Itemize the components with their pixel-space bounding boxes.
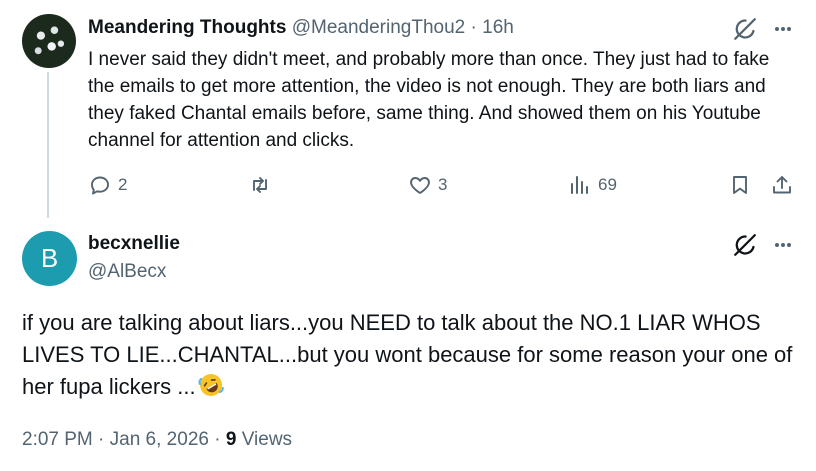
reply-button[interactable]: 2: [88, 170, 127, 200]
grok-icon[interactable]: [732, 232, 758, 258]
separator: ·: [214, 429, 221, 450]
views-button[interactable]: 69: [568, 170, 617, 200]
more-icon[interactable]: [770, 18, 796, 40]
reply-count: 2: [118, 175, 128, 194]
repost-icon: [253, 177, 267, 193]
share-button[interactable]: [770, 170, 794, 200]
bookmark-button[interactable]: [728, 170, 752, 200]
tweet-text-body: if you are talking about liars...you NEE…: [22, 310, 793, 399]
heart-icon: [410, 177, 430, 194]
separator: ·: [470, 17, 477, 38]
tweet-text: I never said they didn't meet, and proba…: [88, 49, 770, 151]
tweet-header: Meandering Thoughts @MeanderingThou2 · 1…: [88, 16, 514, 40]
avatar[interactable]: [22, 14, 76, 68]
tweet-meta: 2:07 PM · Jan 6, 2026 · 9 Views: [22, 428, 292, 452]
display-name[interactable]: Meandering Thoughts: [88, 17, 286, 38]
reply-icon: [91, 176, 109, 195]
timestamp[interactable]: 2:07 PM · Jan 6, 2026: [22, 429, 209, 450]
like-button[interactable]: 3: [408, 170, 447, 200]
views-label: Views: [241, 429, 293, 450]
grok-icon[interactable]: [732, 16, 758, 42]
views-count: 9: [225, 429, 237, 450]
action-bar: 2 3 69: [0, 170, 816, 200]
bookmark-icon: [733, 176, 747, 194]
analytics-icon: [571, 176, 588, 194]
parent-tweet[interactable]: Meandering Thoughts @MeanderingThou2 · 1…: [0, 0, 816, 218]
repost-button[interactable]: [248, 170, 278, 200]
tweet-text: if you are talking about liars...you NEE…: [22, 307, 802, 403]
user-handle[interactable]: @MeanderingThou2: [292, 17, 466, 38]
avatar[interactable]: B: [22, 231, 77, 286]
display-name[interactable]: becxnellie: [88, 232, 180, 256]
rolling-on-floor-laughing-emoji: [198, 374, 224, 396]
share-icon: [773, 176, 791, 194]
like-count: 3: [438, 175, 448, 194]
reply-tweet: B becxnellie @AlBecx if you are talking …: [0, 218, 816, 471]
user-handle[interactable]: @AlBecx: [88, 260, 166, 284]
more-icon[interactable]: [770, 234, 796, 256]
views-count: 69: [598, 175, 617, 194]
timestamp[interactable]: 16h: [482, 17, 514, 38]
